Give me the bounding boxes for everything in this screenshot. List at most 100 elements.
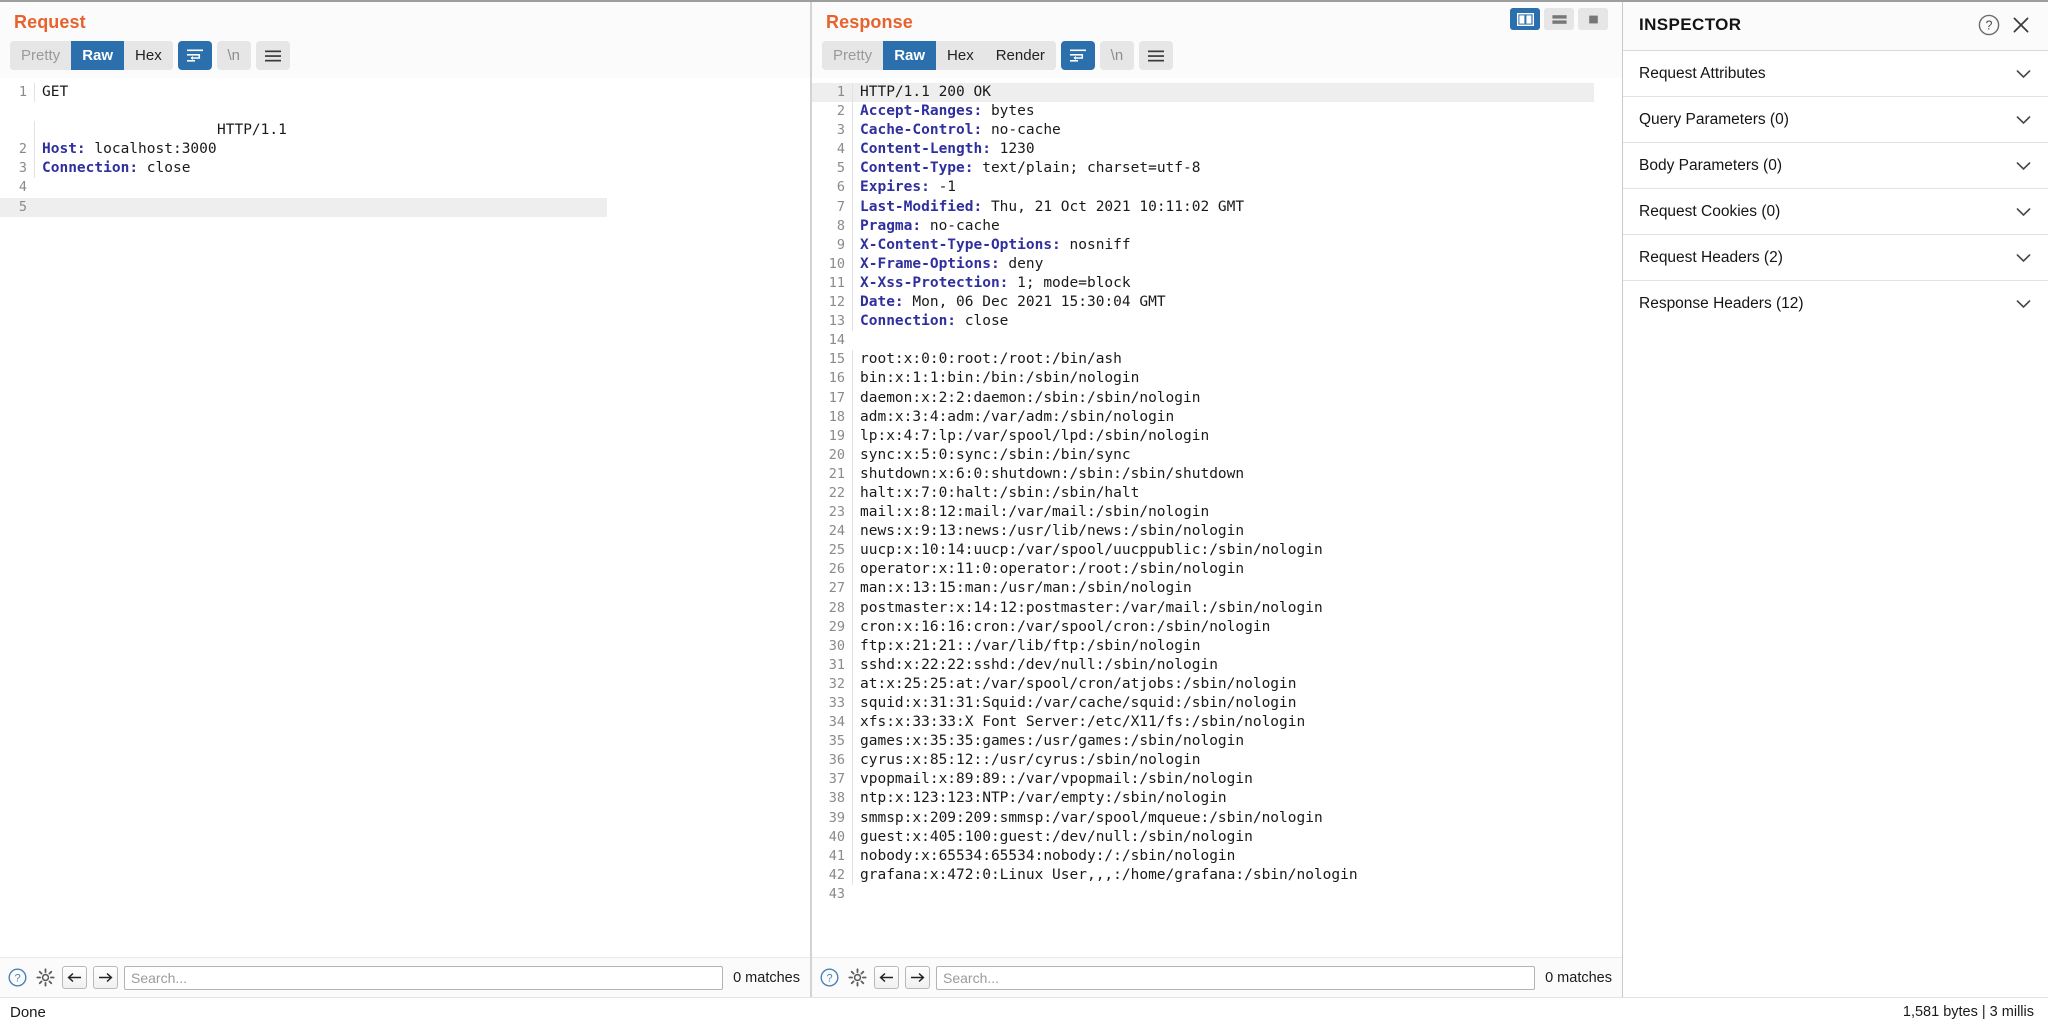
- response-body-row: 26 operator:x:11:0:operator:/root:/sbin/n…: [812, 560, 1622, 580]
- inspector-section-label: Request Headers (2): [1639, 248, 1783, 266]
- response-header-row: 8 Pragma: no-cache: [812, 216, 1622, 236]
- line-number: 41: [828, 847, 845, 864]
- response-body-row: 29 cron:x:16:16:cron:/var/spool/cron:/sbi…: [812, 617, 1622, 637]
- chevron-down-icon[interactable]: [2014, 111, 2032, 129]
- layout-toggle-group: [1510, 8, 1608, 30]
- chevron-down-icon[interactable]: [2014, 203, 2032, 221]
- request-editor-toolbar: Pretty Raw Hex \n: [0, 39, 810, 78]
- line-number: 31: [828, 656, 845, 673]
- line-number: 20: [828, 446, 845, 463]
- request-code-line: 1 GET: [0, 83, 810, 103]
- request-view-mode-group: Pretty Raw Hex: [10, 41, 173, 70]
- request-protocol: HTTP/1.1: [217, 122, 287, 139]
- response-body-row: 19 lp:x:4:7:lp:/var/spool/lpd:/sbin/nolog…: [812, 426, 1622, 446]
- inspector-section-row[interactable]: Request Attributes: [1623, 50, 2048, 96]
- line-number: 18: [828, 408, 845, 425]
- response-search-input[interactable]: [936, 965, 1536, 990]
- request-search-bar: ? Search... 0 matches: [0, 957, 810, 997]
- line-number: 37: [828, 771, 845, 788]
- response-show-newlines-icon[interactable]: \n: [1099, 41, 1134, 70]
- layout-single-icon[interactable]: [1578, 8, 1608, 30]
- request-tab-pretty[interactable]: Pretty: [10, 41, 72, 70]
- response-body-text: sshd:x:22:22:sshd:/dev/null:/sbin/nologi…: [852, 655, 1622, 675]
- line-number: 43: [828, 885, 845, 902]
- response-word-wrap-icon[interactable]: [1060, 41, 1095, 70]
- pane-splitter-handle[interactable]: [812, 497, 814, 523]
- request-code-area[interactable]: 1 GET HTTP/1.1 2 Host: localhost:3000 3 …: [0, 78, 810, 957]
- inspector-section-row[interactable]: Query Parameters (0): [1623, 96, 2048, 142]
- line-number: 27: [828, 580, 845, 597]
- inspector-section-row[interactable]: Request Cookies (0): [1623, 188, 2048, 234]
- response-tab-raw[interactable]: Raw: [883, 41, 937, 70]
- chevron-down-icon[interactable]: [2014, 249, 2032, 267]
- response-body-row: 17 daemon:x:2:2:daemon:/sbin:/sbin/nologi…: [812, 388, 1622, 408]
- response-body-text: xfs:x:33:33:X Font Server:/etc/X11/fs:/s…: [852, 713, 1622, 733]
- request-method: GET: [42, 84, 69, 100]
- inspector-section-row[interactable]: Body Parameters (0): [1623, 142, 2048, 188]
- response-code-area[interactable]: 1 HTTP/1.1 200 OK 2 Accept-Ranges: bytes 3…: [812, 78, 1622, 957]
- line-number: 33: [828, 695, 845, 711]
- inspector-section-row[interactable]: Response Headers (12): [1623, 280, 2048, 326]
- response-header-value: 1; mode=block: [1008, 274, 1131, 291]
- request-gear-icon[interactable]: [34, 967, 56, 989]
- response-gear-icon[interactable]: [846, 967, 868, 989]
- request-code-line: 2 Host: localhost:3000: [0, 140, 810, 160]
- response-header-value: -1: [929, 179, 957, 196]
- line-number: 13: [828, 313, 845, 330]
- request-word-wrap-icon[interactable]: [177, 41, 212, 70]
- request-tab-raw[interactable]: Raw: [71, 41, 125, 70]
- response-header-text: Date: Mon, 06 Dec 2021 15:30:04 GMT: [852, 293, 1622, 313]
- inspector-close-icon[interactable]: [2008, 12, 2034, 38]
- response-header-row: 3 Cache-Control: no-cache: [812, 121, 1622, 141]
- response-header-text: Content-Type: text/plain; charset=utf-8: [852, 159, 1622, 179]
- response-tab-render[interactable]: Render: [984, 41, 1056, 70]
- svg-text:?: ?: [14, 973, 20, 985]
- response-body-text: ftp:x:21:21::/var/lib/ftp:/sbin/nologin: [852, 636, 1622, 656]
- line-number: 11: [828, 274, 845, 291]
- chevron-down-icon[interactable]: [2014, 157, 2032, 175]
- request-show-newlines-icon[interactable]: \n: [216, 41, 251, 70]
- request-search-next-arrow-right-icon[interactable]: [93, 966, 118, 989]
- response-header-value: Mon, 06 Dec 2021 15:30:04 GMT: [903, 294, 1166, 311]
- line-number: 42: [828, 866, 845, 883]
- request-header-key: Host: [42, 141, 77, 158]
- response-header-text: Content-Length: 1230: [852, 140, 1622, 160]
- request-pane: Request Pretty Raw Hex \n 1 GET HTTP/1.1…: [0, 0, 810, 997]
- response-search-next-arrow-right-icon[interactable]: [905, 966, 930, 989]
- response-blank-line: 14: [812, 331, 1622, 350]
- inspector-section-row[interactable]: Request Headers (2): [1623, 234, 2048, 280]
- response-header-row: 9 X-Content-Type-Options: nosniff: [812, 235, 1622, 255]
- request-header-key: Connection: [42, 160, 130, 177]
- line-number: 19: [828, 427, 845, 444]
- inspector-help-circle-icon[interactable]: ?: [1976, 12, 2002, 38]
- response-header-value: text/plain; charset=utf-8: [973, 160, 1201, 177]
- main-content-row: Request Pretty Raw Hex \n 1 GET HTTP/1.1…: [0, 0, 2048, 997]
- response-match-count: 0 matches: [1545, 969, 1612, 986]
- chevron-down-icon[interactable]: [2014, 65, 2032, 83]
- request-search-prev-arrow-left-icon[interactable]: [62, 966, 87, 989]
- response-body-row: 42 grafana:x:472:0:Linux User,,,:/home/gr…: [812, 865, 1622, 885]
- response-tab-pretty[interactable]: Pretty: [822, 41, 884, 70]
- response-header-value: deny: [999, 255, 1044, 272]
- request-code-line: 3 Connection: close: [0, 159, 810, 179]
- request-help-circle-icon[interactable]: ?: [6, 967, 28, 989]
- response-search-bar: ? Search... 0 matches: [812, 957, 1622, 997]
- inspector-sections-list: Request Attributes Query Parameters (0) Bo…: [1623, 50, 2048, 326]
- response-header-row: 10 X-Frame-Options: deny: [812, 254, 1622, 274]
- response-header-row: 7 Last-Modified: Thu, 21 Oct 2021 10:11:0…: [812, 197, 1622, 217]
- response-header-text: Pragma: no-cache: [852, 216, 1622, 236]
- response-help-circle-icon[interactable]: ?: [818, 967, 840, 989]
- response-body-row: 32 at:x:25:25:at:/var/spool/cron/atjobs:/…: [812, 674, 1622, 694]
- line-number: 1: [836, 84, 845, 100]
- request-hamburger-menu-icon[interactable]: [255, 41, 290, 70]
- request-tab-hex[interactable]: Hex: [124, 41, 173, 70]
- line-number: 40: [828, 828, 845, 845]
- layout-stacked-icon[interactable]: [1544, 8, 1574, 30]
- layout-side-by-side-icon[interactable]: [1510, 8, 1540, 30]
- response-search-prev-arrow-left-icon[interactable]: [874, 966, 899, 989]
- response-hamburger-menu-icon[interactable]: [1138, 41, 1173, 70]
- response-tab-hex[interactable]: Hex: [936, 41, 985, 70]
- response-body-row: 24 news:x:9:13:news:/usr/lib/news:/sbin/n…: [812, 522, 1622, 542]
- request-search-input[interactable]: [124, 965, 724, 990]
- chevron-down-icon[interactable]: [2014, 295, 2032, 313]
